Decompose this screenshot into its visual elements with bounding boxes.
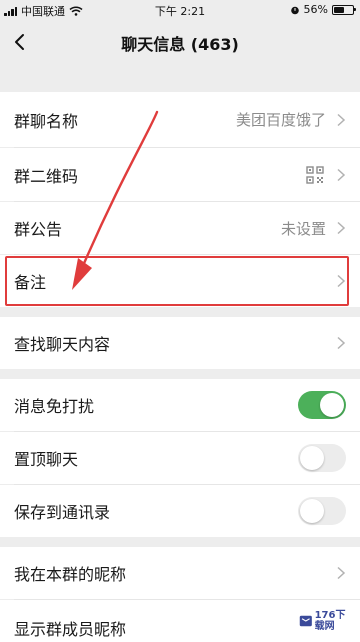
status-right: 56% — [290, 3, 356, 16]
announcement-value: 未设置 — [280, 219, 326, 238]
battery-fill — [334, 6, 345, 13]
mute-row: 消息免打扰 — [0, 379, 360, 431]
save-contacts-toggle[interactable] — [298, 497, 346, 525]
group-name-row[interactable]: 群聊名称 美团百度饿了 — [0, 92, 360, 147]
chevron-right-icon — [337, 221, 346, 235]
toggle-knob — [300, 499, 324, 523]
qr-code-label: 群二维码 — [14, 166, 79, 186]
pin-label: 置顶聊天 — [14, 450, 79, 469]
chevron-right-icon — [337, 566, 346, 580]
pin-row: 置顶聊天 — [0, 432, 360, 484]
announcement-row[interactable]: 群公告 未设置 — [0, 202, 360, 254]
my-nickname-row[interactable]: 我在本群的昵称 — [0, 547, 360, 599]
pin-toggle[interactable] — [298, 444, 346, 472]
watermark-logo-icon — [299, 615, 312, 627]
search-chat-label: 查找聊天内容 — [14, 335, 111, 354]
chevron-right-icon — [337, 336, 346, 350]
battery-icon — [332, 4, 356, 15]
chevron-right-icon — [337, 168, 346, 181]
watermark: 176下载网 — [296, 604, 356, 638]
watermark-text: 176下载网 — [314, 610, 346, 632]
mute-label: 消息免打扰 — [14, 397, 95, 416]
remark-row[interactable]: 备注 — [0, 255, 360, 307]
my-nickname-label: 我在本群的昵称 — [14, 565, 127, 584]
chevron-right-icon — [337, 274, 346, 288]
toggle-knob — [300, 446, 324, 470]
status-bar: 中国联通 下午 2:21 56% — [0, 0, 360, 20]
group-name-value: 美团百度饿了 — [235, 111, 326, 129]
toggle-knob — [320, 393, 344, 417]
search-chat-row[interactable]: 查找聊天内容 — [0, 317, 360, 369]
mute-toggle[interactable] — [298, 391, 346, 419]
chevron-right-icon — [337, 113, 346, 126]
nav-bar: 聊天信息 (463) — [0, 20, 360, 64]
group-name-label: 群聊名称 — [14, 111, 79, 131]
save-contacts-label: 保存到通讯录 — [14, 503, 111, 522]
remark-label: 备注 — [14, 273, 47, 292]
announcement-label: 群公告 — [14, 220, 63, 239]
alarm-icon — [290, 6, 299, 14]
save-contacts-row: 保存到通讯录 — [0, 485, 360, 537]
battery-percent: 56% — [303, 3, 328, 16]
qr-code-icon — [306, 165, 324, 184]
qr-code-row[interactable]: 群二维码 — [0, 148, 360, 201]
page-title: 聊天信息 (463) — [121, 35, 239, 54]
